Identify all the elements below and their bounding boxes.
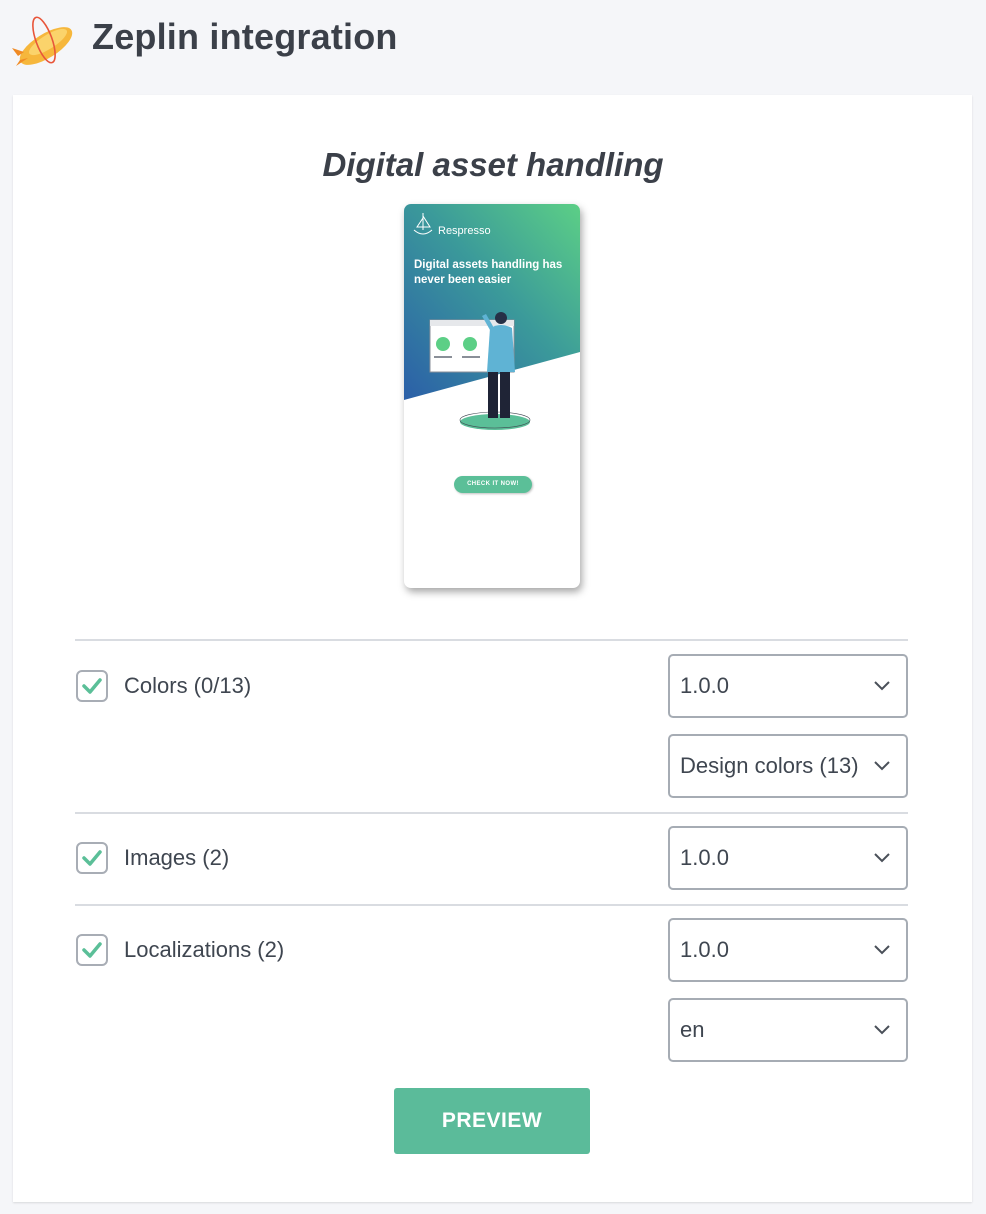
chevron-down-icon	[874, 761, 890, 771]
colors-set-select[interactable]: Design colors (13)	[668, 734, 908, 798]
checkmark-icon	[82, 942, 102, 958]
select-value: 1.0.0	[680, 937, 729, 962]
localizations-version-select[interactable]: 1.0.0	[668, 918, 908, 982]
select-value: 1.0.0	[680, 845, 729, 870]
chevron-down-icon	[874, 1025, 890, 1035]
localizations-label: Localizations (2)	[124, 937, 285, 962]
chevron-down-icon	[874, 945, 890, 955]
select-value: Design colors (13)	[680, 753, 859, 778]
localizations-language-select[interactable]: en	[668, 998, 908, 1062]
app-header: Zeplin integration	[0, 0, 986, 78]
images-version-select[interactable]: 1.0.0	[668, 826, 908, 890]
checkmark-icon	[82, 678, 102, 694]
chevron-down-icon	[874, 853, 890, 863]
colors-version-select[interactable]: 1.0.0	[668, 654, 908, 718]
preview-brand-text: Respresso	[438, 225, 491, 237]
divider	[75, 639, 908, 641]
section-title: Digital asset handling	[322, 146, 664, 183]
preview-button[interactable]: PREVIEW	[394, 1088, 590, 1154]
design-preview-image: Respresso Digital assets handling has ne…	[404, 204, 580, 588]
preview-headline: Digital assets handling has never been e…	[414, 259, 563, 286]
divider	[75, 812, 908, 814]
select-value: 1.0.0	[680, 673, 729, 698]
preview-cta-button: CHECK IT NOW!	[454, 476, 532, 493]
checkmark-icon	[82, 850, 102, 866]
select-value: en	[680, 1017, 705, 1042]
divider	[75, 904, 908, 906]
chevron-down-icon	[874, 681, 890, 691]
zeplin-blimp-icon	[10, 10, 78, 66]
images-label: Images (2)	[124, 845, 230, 870]
localizations-checkbox[interactable]	[76, 934, 108, 966]
colors-label: Colors (0/13)	[124, 673, 252, 698]
colors-checkbox[interactable]	[76, 670, 108, 702]
page-title: Zeplin integration	[92, 16, 398, 57]
images-checkbox[interactable]	[76, 842, 108, 874]
